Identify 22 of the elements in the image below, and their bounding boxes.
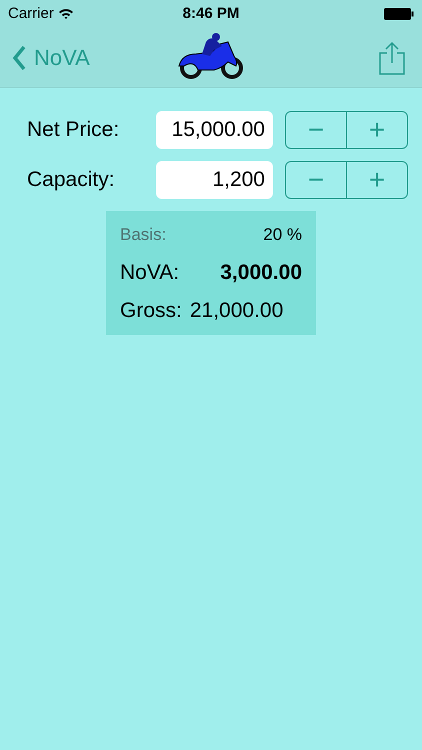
input-field[interactable]: 1,200 (156, 161, 273, 199)
motorcycle-icon (176, 32, 246, 80)
result-label: Gross: (120, 298, 182, 324)
result-value: 20 % (263, 224, 302, 246)
result-value: 21,000.00 (190, 298, 284, 324)
increment-button[interactable]: + (347, 112, 407, 148)
input-field[interactable]: 15,000.00 (156, 111, 273, 149)
wifi-icon (58, 8, 74, 20)
increment-button[interactable]: + (347, 162, 407, 198)
battery-icon (384, 8, 414, 20)
result-label: Basis: (120, 224, 166, 246)
status-time: 8:46 PM (182, 4, 240, 24)
chevron-left-icon (12, 44, 26, 70)
share-icon (378, 40, 406, 74)
field-label: Net Price: (27, 117, 120, 144)
back-button[interactable]: NoVA (12, 41, 90, 74)
carrier-label: Carrier (8, 4, 54, 24)
decrement-button[interactable]: − (286, 112, 347, 148)
decrement-button[interactable]: − (286, 162, 347, 198)
result-value: 3,000.00 (220, 260, 302, 286)
result-label: NoVA: (120, 260, 180, 286)
field-label: Capacity: (27, 167, 116, 194)
